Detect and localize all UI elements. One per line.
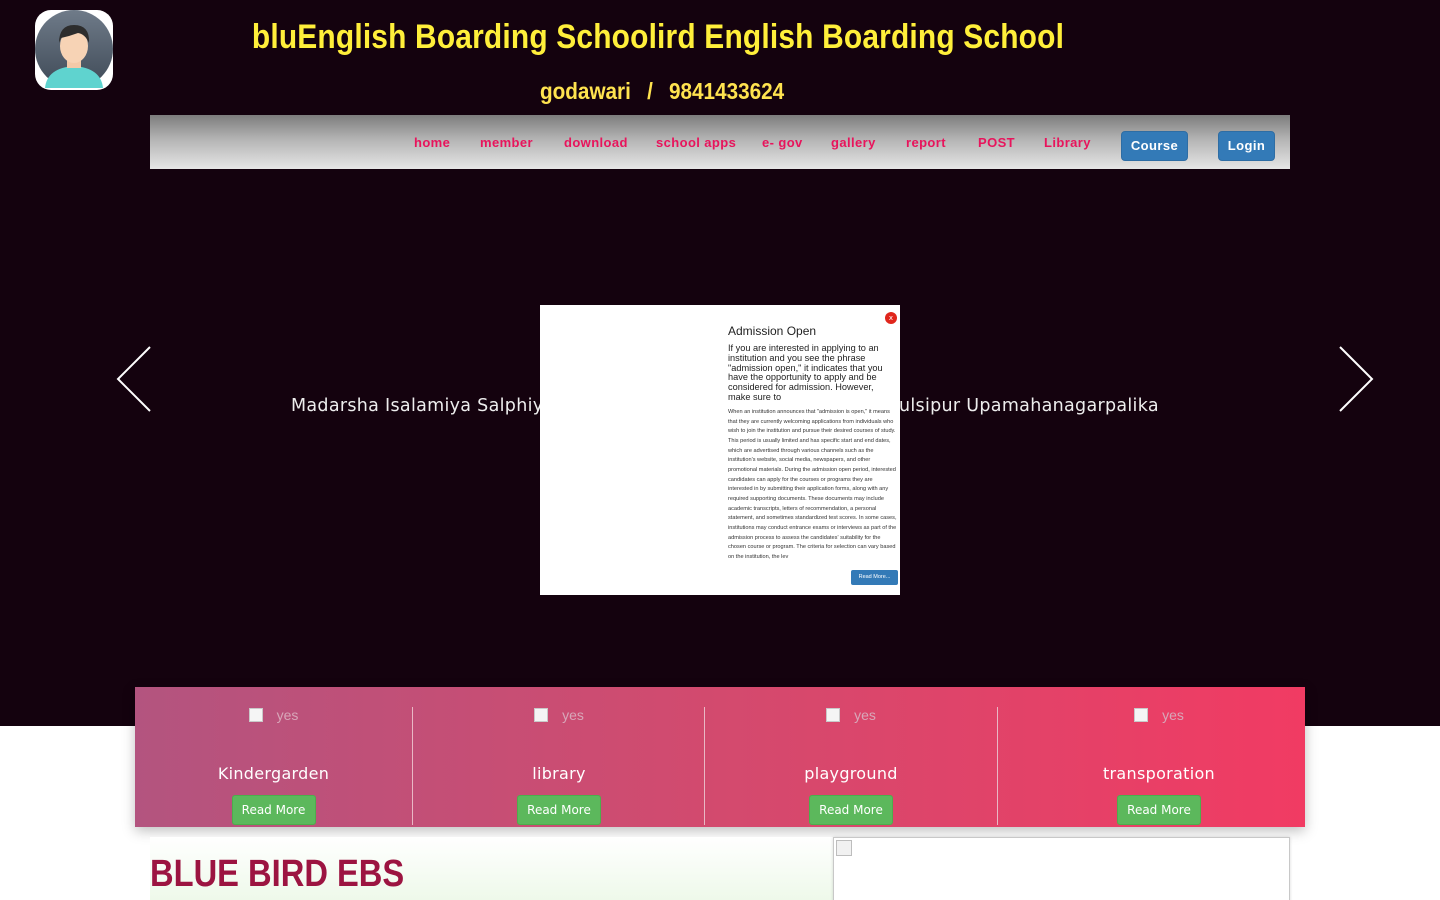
nav-post[interactable]: POST [978,135,1015,150]
nav-e-gov[interactable]: e- gov [762,135,803,150]
feature-playground: yes playground Read More [705,707,997,825]
feature-read-more-button[interactable]: Read More [517,795,601,825]
main-navbar: home member download school apps e- gov … [150,115,1290,169]
feature-read-more-button[interactable]: Read More [231,795,316,825]
feature-library: yes library Read More [413,707,705,825]
feature-image-alt: yes [562,707,584,723]
course-button[interactable]: Course [1121,131,1188,161]
feature-image: yes [998,707,1320,723]
feature-image: yes [135,707,412,723]
broken-image-icon [534,708,549,722]
slide-caption-left: Madarsha Isalamiya Salphiya [291,396,555,416]
contact-line: godawari / 9841433624 [540,78,784,105]
about-title: BLUE BIRD EBS [150,853,405,895]
feature-image-alt: yes [276,707,299,723]
phone-text: 9841433624 [669,78,785,104]
popup-title: Admission Open [728,324,817,338]
login-button[interactable]: Login [1218,131,1275,161]
features-strip: yes Kindergarden Read More yes library R… [135,687,1305,827]
location-text: godawari [540,78,631,104]
feature-image-alt: yes [1162,707,1184,723]
contact-separator: / [647,78,653,104]
about-image [833,837,1290,900]
feature-transporation: yes transporation Read More [998,707,1320,825]
nav-school-apps[interactable]: school apps [656,135,736,150]
arrow-right-icon[interactable] [1338,345,1374,413]
nav-member[interactable]: member [480,135,533,150]
feature-image: yes [705,707,997,723]
nav-home[interactable]: home [414,135,450,150]
broken-image-icon [248,708,263,722]
feature-title: library [532,764,586,783]
feature-kindergarden: yes Kindergarden Read More [135,707,412,825]
nav-report[interactable]: report [906,135,946,150]
broken-image-icon [1134,708,1149,722]
feature-image-alt: yes [854,707,876,723]
feature-read-more-button[interactable]: Read More [809,795,893,825]
popup-lead-text: If you are interested in applying to an … [728,343,883,402]
school-name-heading: bluEnglish Boarding Schoolird English Bo… [251,18,1065,56]
close-icon[interactable]: x [885,312,897,324]
slide-caption-right: ulsipur Upamahanagarpalika [899,396,1159,416]
popup-body-text: When an institution announces that "admi… [728,409,897,560]
feature-image: yes [413,707,705,723]
nav-download[interactable]: download [564,135,628,150]
popup-read-more-button[interactable]: Read More... [851,570,898,585]
broken-image-icon [826,708,841,722]
broken-image-icon [836,840,852,856]
admission-popup: x Admission Open If you are interested i… [540,305,900,595]
nav-gallery[interactable]: gallery [831,135,876,150]
feature-title: transporation [1102,764,1215,783]
feature-title: playground [804,764,898,783]
feature-read-more-button[interactable]: Read More [1117,795,1201,825]
arrow-left-icon[interactable] [116,345,152,413]
nav-library[interactable]: Library [1044,135,1091,150]
feature-title: Kindergarden [217,764,330,783]
